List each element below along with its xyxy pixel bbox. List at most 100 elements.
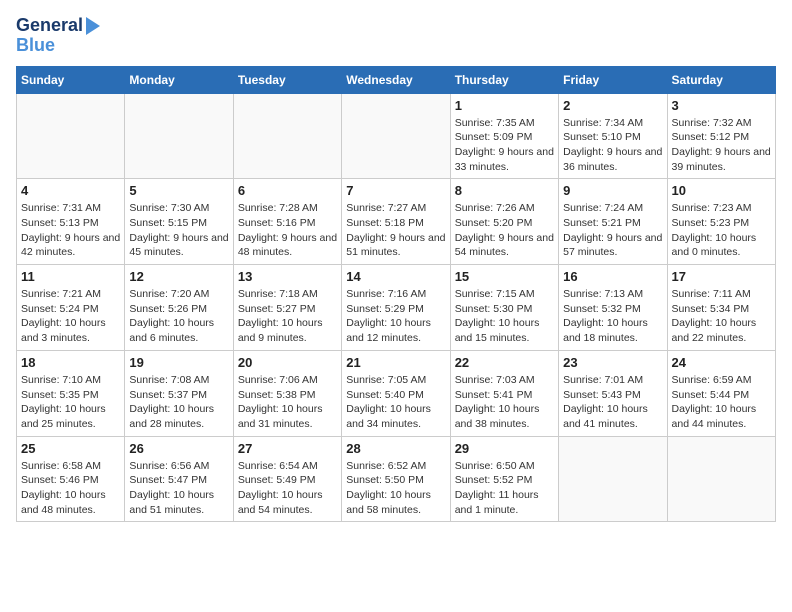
day-info: Sunrise: 7:31 AMSunset: 5:13 PMDaylight:… — [21, 201, 120, 260]
day-info: Sunrise: 7:06 AMSunset: 5:38 PMDaylight:… — [238, 373, 337, 432]
calendar-cell — [233, 93, 341, 179]
day-info: Sunrise: 7:23 AMSunset: 5:23 PMDaylight:… — [672, 201, 771, 260]
calendar-cell: 7 Sunrise: 7:27 AMSunset: 5:18 PMDaylight… — [342, 179, 450, 265]
day-number: 27 — [238, 441, 337, 456]
day-info: Sunrise: 7:27 AMSunset: 5:18 PMDaylight:… — [346, 201, 445, 260]
day-number: 12 — [129, 269, 228, 284]
calendar-cell — [667, 436, 775, 522]
calendar-cell: 1 Sunrise: 7:35 AMSunset: 5:09 PMDaylight… — [450, 93, 558, 179]
calendar-cell: 16Sunrise: 7:13 AMSunset: 5:32 PMDayligh… — [559, 265, 667, 351]
day-number: 14 — [346, 269, 445, 284]
day-info: Sunrise: 7:10 AMSunset: 5:35 PMDaylight:… — [21, 373, 120, 432]
header: General Blue — [16, 16, 776, 56]
day-number: 21 — [346, 355, 445, 370]
weekday-header-tuesday: Tuesday — [233, 66, 341, 93]
day-info: Sunrise: 6:56 AMSunset: 5:47 PMDaylight:… — [129, 459, 228, 518]
weekday-header-friday: Friday — [559, 66, 667, 93]
calendar-cell: 10 Sunrise: 7:23 AMSunset: 5:23 PMDayligh… — [667, 179, 775, 265]
calendar-cell — [559, 436, 667, 522]
day-info: Sunrise: 6:54 AMSunset: 5:49 PMDaylight:… — [238, 459, 337, 518]
day-number: 10 — [672, 183, 771, 198]
day-number: 1 — [455, 98, 554, 113]
calendar-cell: 20 Sunrise: 7:06 AMSunset: 5:38 PMDayligh… — [233, 350, 341, 436]
calendar-cell: 28 Sunrise: 6:52 AMSunset: 5:50 PMDayligh… — [342, 436, 450, 522]
calendar-cell: 26 Sunrise: 6:56 AMSunset: 5:47 PMDayligh… — [125, 436, 233, 522]
calendar: SundayMondayTuesdayWednesdayThursdayFrid… — [16, 66, 776, 523]
day-info: Sunrise: 7:30 AMSunset: 5:15 PMDaylight:… — [129, 201, 228, 260]
day-number: 16 — [563, 269, 662, 284]
day-info: Sunrise: 7:28 AMSunset: 5:16 PMDaylight:… — [238, 201, 337, 260]
calendar-cell: 19 Sunrise: 7:08 AMSunset: 5:37 PMDayligh… — [125, 350, 233, 436]
week-row-3: 11 Sunrise: 7:21 AMSunset: 5:24 PMDayligh… — [17, 265, 776, 351]
day-info: Sunrise: 7:21 AMSunset: 5:24 PMDaylight:… — [21, 287, 120, 346]
logo: General Blue — [16, 16, 100, 56]
calendar-cell: 15Sunrise: 7:15 AMSunset: 5:30 PMDayligh… — [450, 265, 558, 351]
day-info: Sunrise: 6:58 AMSunset: 5:46 PMDaylight:… — [21, 459, 120, 518]
day-number: 29 — [455, 441, 554, 456]
day-number: 22 — [455, 355, 554, 370]
day-info: Sunrise: 7:05 AMSunset: 5:40 PMDaylight:… — [346, 373, 445, 432]
calendar-cell — [342, 93, 450, 179]
calendar-cell: 12 Sunrise: 7:20 AMSunset: 5:26 PMDayligh… — [125, 265, 233, 351]
calendar-cell: 5 Sunrise: 7:30 AMSunset: 5:15 PMDaylight… — [125, 179, 233, 265]
logo-text: General — [16, 16, 83, 36]
day-info: Sunrise: 6:52 AMSunset: 5:50 PMDaylight:… — [346, 459, 445, 518]
day-number: 13 — [238, 269, 337, 284]
day-info: Sunrise: 6:50 AMSunset: 5:52 PMDaylight:… — [455, 459, 554, 518]
calendar-cell: 27 Sunrise: 6:54 AMSunset: 5:49 PMDayligh… — [233, 436, 341, 522]
calendar-cell: 18 Sunrise: 7:10 AMSunset: 5:35 PMDayligh… — [17, 350, 125, 436]
day-number: 26 — [129, 441, 228, 456]
logo-arrow-icon — [86, 17, 100, 35]
calendar-cell: 11 Sunrise: 7:21 AMSunset: 5:24 PMDayligh… — [17, 265, 125, 351]
day-number: 6 — [238, 183, 337, 198]
week-row-5: 25 Sunrise: 6:58 AMSunset: 5:46 PMDayligh… — [17, 436, 776, 522]
day-info: Sunrise: 7:11 AMSunset: 5:34 PMDaylight:… — [672, 287, 771, 346]
day-info: Sunrise: 7:20 AMSunset: 5:26 PMDaylight:… — [129, 287, 228, 346]
day-info: Sunrise: 7:32 AMSunset: 5:12 PMDaylight:… — [672, 116, 771, 175]
day-info: Sunrise: 7:03 AMSunset: 5:41 PMDaylight:… — [455, 373, 554, 432]
day-number: 15 — [455, 269, 554, 284]
day-number: 18 — [21, 355, 120, 370]
weekday-header-thursday: Thursday — [450, 66, 558, 93]
calendar-cell: 29 Sunrise: 6:50 AMSunset: 5:52 PMDayligh… — [450, 436, 558, 522]
weekday-header-row: SundayMondayTuesdayWednesdayThursdayFrid… — [17, 66, 776, 93]
calendar-cell: 25 Sunrise: 6:58 AMSunset: 5:46 PMDayligh… — [17, 436, 125, 522]
calendar-cell: 8Sunrise: 7:26 AMSunset: 5:20 PMDaylight… — [450, 179, 558, 265]
calendar-cell — [17, 93, 125, 179]
calendar-cell: 24 Sunrise: 6:59 AMSunset: 5:44 PMDayligh… — [667, 350, 775, 436]
day-info: Sunrise: 7:08 AMSunset: 5:37 PMDaylight:… — [129, 373, 228, 432]
calendar-cell: 6 Sunrise: 7:28 AMSunset: 5:16 PMDaylight… — [233, 179, 341, 265]
day-number: 17 — [672, 269, 771, 284]
day-number: 20 — [238, 355, 337, 370]
day-number: 24 — [672, 355, 771, 370]
day-number: 25 — [21, 441, 120, 456]
day-number: 9 — [563, 183, 662, 198]
week-row-1: 1 Sunrise: 7:35 AMSunset: 5:09 PMDaylight… — [17, 93, 776, 179]
day-number: 7 — [346, 183, 445, 198]
week-row-4: 18 Sunrise: 7:10 AMSunset: 5:35 PMDayligh… — [17, 350, 776, 436]
calendar-cell: 21 Sunrise: 7:05 AMSunset: 5:40 PMDayligh… — [342, 350, 450, 436]
weekday-header-wednesday: Wednesday — [342, 66, 450, 93]
calendar-cell: 9Sunrise: 7:24 AMSunset: 5:21 PMDaylight… — [559, 179, 667, 265]
calendar-cell: 13Sunrise: 7:18 AMSunset: 5:27 PMDayligh… — [233, 265, 341, 351]
day-info: Sunrise: 7:34 AMSunset: 5:10 PMDaylight:… — [563, 116, 662, 175]
day-number: 5 — [129, 183, 228, 198]
day-number: 19 — [129, 355, 228, 370]
week-row-2: 4Sunrise: 7:31 AMSunset: 5:13 PMDaylight… — [17, 179, 776, 265]
calendar-cell: 14 Sunrise: 7:16 AMSunset: 5:29 PMDayligh… — [342, 265, 450, 351]
calendar-cell: 17 Sunrise: 7:11 AMSunset: 5:34 PMDayligh… — [667, 265, 775, 351]
logo-blue: Blue — [16, 36, 100, 56]
day-info: Sunrise: 6:59 AMSunset: 5:44 PMDaylight:… — [672, 373, 771, 432]
day-number: 23 — [563, 355, 662, 370]
weekday-header-sunday: Sunday — [17, 66, 125, 93]
day-info: Sunrise: 7:35 AMSunset: 5:09 PMDaylight:… — [455, 116, 554, 175]
weekday-header-monday: Monday — [125, 66, 233, 93]
day-number: 8 — [455, 183, 554, 198]
day-info: Sunrise: 7:16 AMSunset: 5:29 PMDaylight:… — [346, 287, 445, 346]
day-number: 11 — [21, 269, 120, 284]
day-number: 2 — [563, 98, 662, 113]
calendar-cell: 3Sunrise: 7:32 AMSunset: 5:12 PMDaylight… — [667, 93, 775, 179]
day-number: 28 — [346, 441, 445, 456]
calendar-cell: 23Sunrise: 7:01 AMSunset: 5:43 PMDayligh… — [559, 350, 667, 436]
calendar-cell — [125, 93, 233, 179]
